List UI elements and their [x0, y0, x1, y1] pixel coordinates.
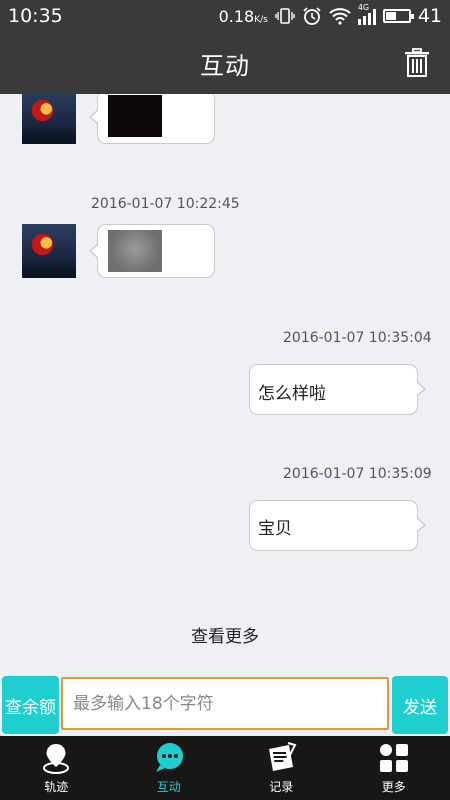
- status-time: 10:35: [8, 5, 63, 27]
- location-pin-icon: [43, 744, 70, 774]
- message-timestamp: 2016-01-07 10:22:45: [91, 196, 240, 212]
- image-message[interactable]: [89, 224, 215, 278]
- chat-area[interactable]: 2016-01-07 10:22:45 2016-01-07 10:35:04 …: [0, 94, 450, 674]
- signal-bar: [372, 9, 376, 25]
- network-speed-value: 0.18: [218, 6, 255, 26]
- signal-indicator: 4G: [357, 3, 376, 25]
- app-header: 互动: [0, 32, 450, 94]
- text-message[interactable]: 宝贝: [249, 500, 426, 551]
- image-message[interactable]: [89, 94, 215, 144]
- wifi-icon: [329, 8, 351, 25]
- check-balance-button[interactable]: 查余额: [2, 676, 59, 734]
- tab-track[interactable]: 轨迹: [0, 736, 113, 800]
- tab-label: 轨迹: [44, 780, 69, 794]
- trash-icon[interactable]: [404, 48, 430, 78]
- alarm-icon: [303, 7, 321, 25]
- bottom-tab-bar: 轨迹 互动 记录 更多: [0, 736, 450, 800]
- image-thumbnail[interactable]: [108, 230, 162, 272]
- status-bar: 10:35 0.18K/s 4G 41: [0, 0, 450, 32]
- message-text: 宝贝: [258, 519, 292, 539]
- signal-bar: [362, 16, 366, 25]
- message-text: 怎么样啦: [258, 384, 326, 404]
- send-button[interactable]: 发送: [392, 676, 448, 734]
- text-message[interactable]: 怎么样啦: [249, 364, 426, 415]
- tab-label: 更多: [381, 780, 406, 794]
- signal-bar: [367, 13, 371, 25]
- battery-level: 41: [417, 5, 442, 27]
- chat-bubbles-icon: [155, 743, 183, 772]
- tab-interact[interactable]: 互动: [113, 736, 226, 800]
- tab-label: 记录: [269, 780, 294, 794]
- avatar: [22, 94, 76, 144]
- message-timestamp: 2016-01-07 10:35:09: [283, 466, 432, 482]
- input-bar: 查余额 发送: [0, 674, 450, 736]
- message-timestamp: 2016-01-07 10:35:04: [283, 330, 432, 346]
- message-input[interactable]: [61, 677, 389, 730]
- network-speed: 0.18K/s: [219, 7, 268, 26]
- page-title: 互动: [200, 51, 250, 80]
- vibrate-icon: [275, 8, 295, 24]
- avatar: [22, 224, 76, 278]
- tab-label: 互动: [156, 780, 181, 794]
- signal-bar: [357, 19, 361, 25]
- battery-icon: [382, 9, 414, 23]
- document-icon: [269, 742, 297, 771]
- tab-records[interactable]: 记录: [225, 736, 338, 800]
- network-type: 4G: [357, 3, 370, 12]
- network-speed-unit: K/s: [254, 14, 268, 25]
- grid-icon: [379, 744, 408, 772]
- tab-more[interactable]: 更多: [338, 736, 450, 800]
- load-more-link[interactable]: 查看更多: [0, 622, 450, 647]
- image-thumbnail[interactable]: [108, 95, 162, 137]
